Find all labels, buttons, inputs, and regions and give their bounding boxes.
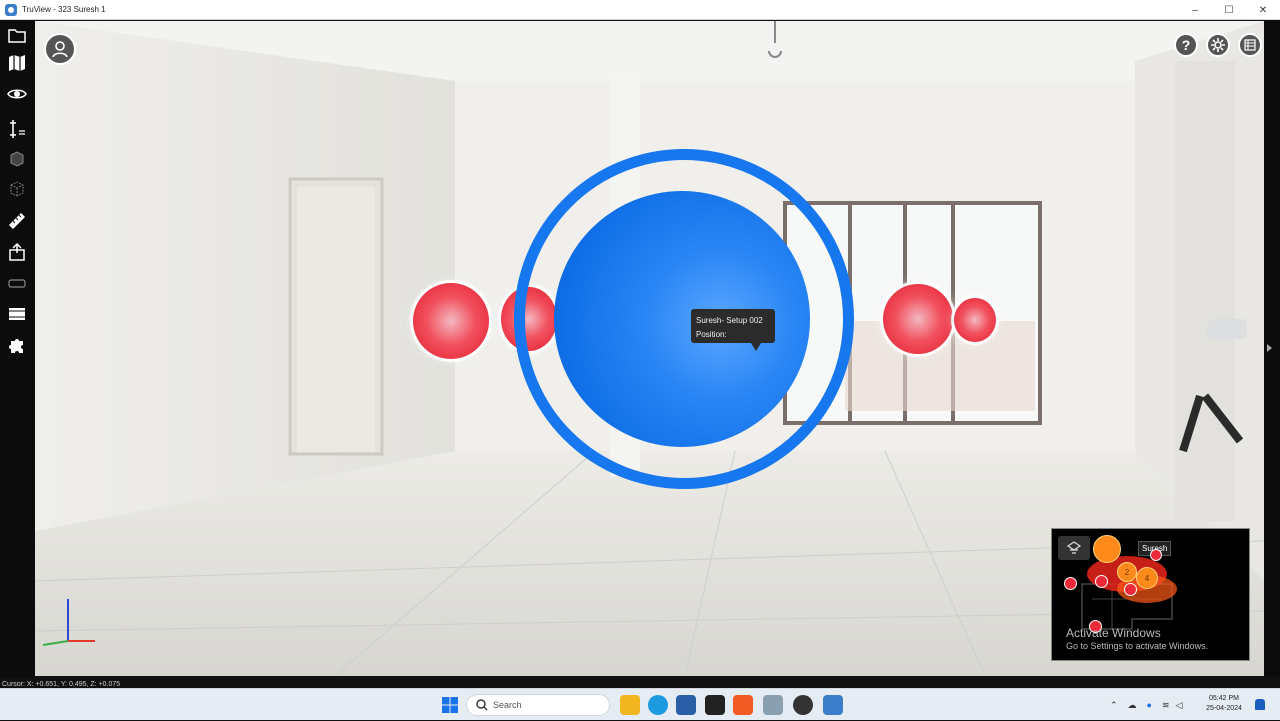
help-icon[interactable]: ?: [1174, 33, 1198, 57]
system-tray: ⌃ ☁ ● ≋ ◁: [1110, 689, 1182, 721]
layers-icon[interactable]: [1238, 33, 1262, 57]
search-placeholder: Search: [493, 700, 522, 710]
search-icon: [476, 699, 488, 711]
minimap-toggle-button[interactable]: [1058, 536, 1090, 560]
setup-tooltip: Suresh- Setup 002 Position:: [691, 309, 775, 351]
windows-taskbar: Search ⌃ ☁ ● ≋ ◁ 05:42 PM 25-04-2024: [0, 688, 1280, 720]
truview-app-icon: [5, 3, 17, 16]
eye-icon[interactable]: [6, 83, 28, 105]
folder-icon[interactable]: [6, 24, 28, 46]
wifi-icon[interactable]: ≋: [1162, 700, 1170, 711]
close-button[interactable]: ✕: [1246, 0, 1280, 20]
minimap-active-setup[interactable]: [1093, 535, 1121, 563]
notification-bell-icon[interactable]: [1255, 699, 1265, 710]
settings-icon[interactable]: [1206, 33, 1230, 57]
ruler-icon[interactable]: [6, 210, 28, 232]
watermark-subtitle: Go to Settings to activate Windows.: [1066, 641, 1209, 651]
clock-time: 05:42 PM: [1209, 695, 1239, 702]
left-toolbar: [0, 21, 35, 678]
minimap-setup-dot[interactable]: [1095, 575, 1108, 588]
map-icon[interactable]: [6, 52, 28, 74]
minimap-setup-number[interactable]: 2: [1117, 562, 1137, 582]
cloud-icon[interactable]: ☁: [1128, 700, 1137, 711]
window-title: TruView - 323 Suresh 1: [22, 5, 106, 14]
calculator-icon[interactable]: [763, 695, 783, 715]
watermark-title: Activate Windows: [1066, 626, 1161, 640]
cursor-readout: Cursor: X: +0.651, Y: 0.495, Z: +0.075: [2, 681, 121, 688]
minimize-button[interactable]: –: [1178, 0, 1212, 20]
brave-browser-icon[interactable]: [733, 695, 753, 715]
microphone-icon[interactable]: ●: [1147, 700, 1152, 710]
minimap-setup-dot[interactable]: [1064, 577, 1077, 590]
user-icon[interactable]: [44, 33, 76, 65]
puzzle-icon[interactable]: [6, 334, 28, 356]
minimap-setup-number[interactable]: 4: [1136, 567, 1158, 589]
app-icon[interactable]: [793, 695, 813, 715]
truview-taskbar-icon[interactable]: [823, 695, 843, 715]
edge-browser-icon[interactable]: [648, 695, 668, 715]
truview-window: TruView - 323 Suresh 1 – ☐ ✕ Suresh- Set…: [0, 0, 1280, 720]
box-outline-icon[interactable]: [6, 178, 28, 200]
setup-marker-red[interactable]: [954, 298, 996, 342]
file-explorer-icon[interactable]: [620, 695, 640, 715]
minimap-setup-dot[interactable]: [1150, 549, 1162, 561]
tooltip-setup-name: Suresh- Setup 002: [696, 316, 763, 325]
store-icon[interactable]: [676, 695, 696, 715]
expand-panel-arrow-icon[interactable]: [1267, 344, 1272, 352]
app-icon[interactable]: [705, 695, 725, 715]
taskbar-search[interactable]: Search: [466, 694, 610, 716]
taskbar-clock[interactable]: 05:42 PM 25-04-2024: [1206, 694, 1242, 714]
maximize-button[interactable]: ☐: [1212, 0, 1246, 20]
export-icon[interactable]: [6, 241, 28, 263]
title-bar: TruView - 323 Suresh 1 – ☐ ✕: [0, 0, 1280, 20]
chevron-up-icon[interactable]: ⌃: [1110, 700, 1118, 711]
activate-windows-watermark: Activate Windows Go to Settings to activ…: [1066, 626, 1208, 651]
vr-headset-icon[interactable]: [6, 272, 28, 294]
measure-icon[interactable]: [6, 118, 28, 140]
windows-start-icon[interactable]: [440, 695, 460, 715]
panorama-viewport[interactable]: Suresh- Setup 002 Position: ? Su: [35, 21, 1264, 676]
tooltip-position: Position:: [696, 330, 727, 339]
setup-marker-red[interactable]: [413, 283, 489, 359]
setup-marker-red[interactable]: [883, 284, 953, 354]
clock-date: 25-04-2024: [1206, 705, 1242, 712]
minimap-setup-dot[interactable]: [1124, 583, 1137, 596]
film-icon[interactable]: [6, 302, 28, 324]
cube-icon[interactable]: [6, 148, 28, 170]
minimap[interactable]: Suresh 2 4 Activate Windows Go to Settin…: [1051, 528, 1250, 661]
volume-icon[interactable]: ◁: [1176, 700, 1183, 711]
window-controls: – ☐ ✕: [1178, 0, 1280, 20]
